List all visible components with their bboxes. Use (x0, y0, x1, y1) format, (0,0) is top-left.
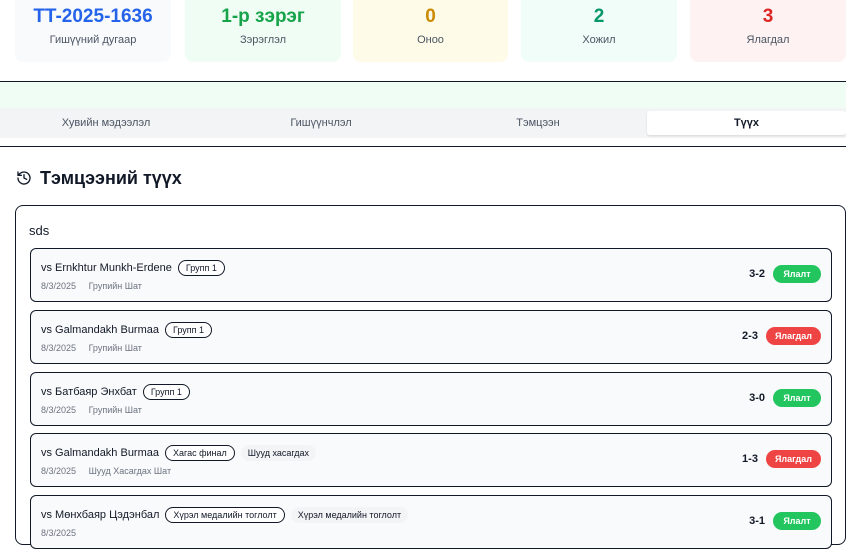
match-date: 8/3/2025 (41, 405, 77, 415)
member-id-label: Гишүүний дугаар (49, 34, 137, 46)
section-header: Тэмцээний түүх (16, 166, 182, 190)
rank-value: 1-р зэрэг (221, 6, 305, 27)
divider (0, 146, 846, 147)
opponent-name: vs Galmandakh Burmaa (41, 447, 159, 459)
stat-points: 0 Оноо (353, 0, 508, 62)
match-score: 3-2 (749, 268, 765, 280)
match-score: 1-3 (742, 453, 758, 465)
match-stage: Шууд Хасагдах Шат (88, 466, 172, 476)
stage-badge: Хүрэл медалийн тоглолт (290, 507, 409, 523)
result-badge: Ялагдал (765, 450, 821, 468)
stats-row: TT-2025-1636 Гишүүний дугаар 1-р зэрэг З… (0, 0, 846, 64)
stage-badge: Шууд хасагдах (240, 445, 317, 461)
match-score: 3-0 (749, 392, 765, 404)
tab-personal-info[interactable]: Хувийн мэдээлэл (0, 111, 212, 135)
match-row[interactable]: vs Galmandakh Burmaa Хагас финал Шууд ха… (30, 433, 832, 487)
stat-losses: 3 Ялагдал (690, 0, 846, 62)
match-row[interactable]: vs Батбаяр Энхбат Групп 1 8/3/2025 Групи… (30, 372, 832, 426)
wins-label: Хожил (582, 34, 616, 46)
wins-value: 2 (593, 6, 605, 27)
result-badge: Ялалт (773, 265, 821, 283)
match-row[interactable]: vs Мөнхбаяр Цэдэнбал Хүрэл медалийн тогл… (30, 495, 832, 549)
round-badge: Хагас финал (165, 445, 235, 461)
match-date: 8/3/2025 (41, 528, 77, 538)
header-band (0, 82, 846, 108)
group-badge: Групп 1 (142, 384, 190, 400)
round-badge: Хүрэл медалийн тоглолт (165, 507, 285, 523)
match-date: 8/3/2025 (41, 281, 77, 291)
points-label: Оноо (417, 34, 444, 46)
losses-label: Ялагдал (746, 34, 790, 46)
opponent-name: vs Батбаяр Энхбат (41, 386, 137, 398)
group-badge: Групп 1 (177, 260, 225, 276)
tab-tournament[interactable]: Тэмцээн (430, 111, 646, 135)
points-value: 0 (425, 6, 436, 27)
tournament-card: sds vs Ernkhtur Munkh-Erdene Групп 1 8/3… (15, 205, 846, 549)
match-stage: Групийн Шат (88, 343, 142, 353)
result-badge: Ялалт (773, 389, 821, 407)
member-id-value: TT-2025-1636 (33, 6, 153, 27)
match-date: 8/3/2025 (41, 466, 77, 476)
stat-wins: 2 Хожил (521, 0, 677, 62)
group-badge: Групп 1 (165, 322, 213, 338)
match-date: 8/3/2025 (41, 343, 77, 353)
match-score: 2-3 (742, 330, 758, 342)
match-stage: Групийн Шат (88, 405, 142, 415)
tab-history[interactable]: Түүх (647, 111, 846, 135)
match-row[interactable]: vs Ernkhtur Munkh-Erdene Групп 1 8/3/202… (30, 248, 832, 302)
stat-member-id: TT-2025-1636 Гишүүний дугаар (15, 0, 171, 62)
match-row[interactable]: vs Galmandakh Burmaa Групп 1 8/3/2025 Гр… (30, 310, 832, 364)
rank-label: Зэрэглэл (240, 34, 286, 46)
profile-tabs: Хувийн мэдээлэл Гишүүнчлэл Тэмцээн Түүх (0, 108, 846, 138)
section-title: Тэмцээний түүх (40, 167, 182, 188)
losses-value: 3 (762, 6, 774, 27)
result-badge: Ялагдал (765, 327, 821, 345)
history-icon (17, 171, 31, 185)
match-stage: Групийн Шат (88, 281, 142, 291)
tournament-name: sds (29, 223, 50, 238)
match-score: 3-1 (749, 515, 765, 527)
tab-membership[interactable]: Гишүүнчлэл (212, 111, 430, 135)
stat-rank: 1-р зэрэг Зэрэглэл (185, 0, 341, 62)
opponent-name: vs Ernkhtur Munkh-Erdene (41, 262, 172, 274)
result-badge: Ялалт (773, 512, 821, 530)
opponent-name: vs Мөнхбаяр Цэдэнбал (41, 509, 160, 521)
opponent-name: vs Galmandakh Burmaa (41, 324, 159, 336)
